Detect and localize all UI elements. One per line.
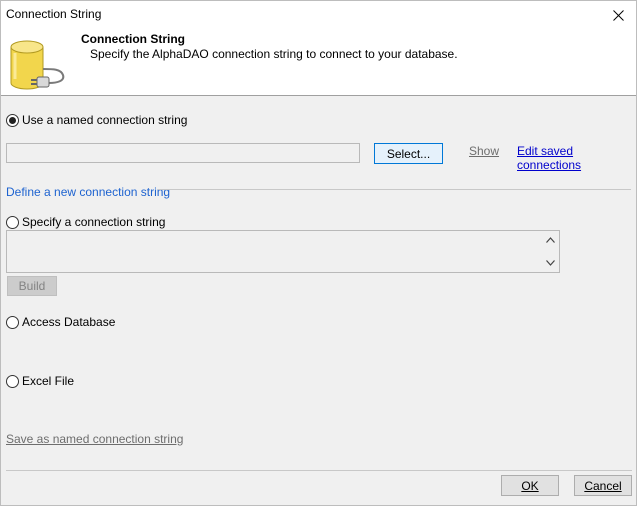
cancel-button[interactable]: Cancel [574, 475, 632, 496]
access-database-label: Access Database [22, 315, 116, 329]
save-as-named-link[interactable]: Save as named connection string [6, 432, 183, 446]
ok-button-label: OK [521, 478, 539, 493]
dialog-header: Connection String Specify the AlphaDAO c… [1, 30, 636, 96]
radio-circle [6, 215, 19, 229]
named-connection-radio[interactable]: Use a named connection string [6, 113, 187, 127]
footer-divider [6, 470, 632, 471]
edit-saved-connections-link[interactable]: Edit saved connections [517, 144, 636, 172]
database-plug-icon [10, 40, 65, 90]
excel-file-radio[interactable]: Excel File [6, 374, 74, 388]
ok-button[interactable]: OK [501, 475, 559, 496]
cancel-button-label: Cancel [584, 478, 622, 493]
scroll-down-arrow[interactable] [544, 257, 556, 269]
title-bar: Connection String [1, 1, 636, 30]
specify-connection-label: Specify a connection string [22, 215, 166, 229]
specify-connection-radio[interactable]: Specify a connection string [6, 215, 165, 229]
select-button[interactable]: Select... [374, 143, 443, 164]
access-database-radio[interactable]: Access Database [6, 315, 115, 329]
show-link[interactable]: Show [469, 144, 499, 158]
radio-circle [6, 315, 19, 329]
named-connection-label: Use a named connection string [22, 113, 188, 127]
close-icon [612, 10, 624, 21]
chevron-down-icon [545, 260, 555, 266]
radio-selected-dot [9, 116, 16, 124]
window-title: Connection String [6, 7, 102, 21]
header-title: Connection String [81, 32, 185, 46]
connection-string-dialog: Connection String Connection String Spec… [0, 0, 637, 506]
excel-file-label: Excel File [22, 374, 75, 388]
header-subtitle: Specify the AlphaDAO connection string t… [90, 47, 458, 61]
chevron-up-icon [545, 237, 555, 243]
radio-circle [6, 113, 19, 127]
section-divider [158, 189, 631, 190]
named-connection-input[interactable] [6, 143, 360, 163]
close-button[interactable] [600, 1, 636, 30]
radio-circle [6, 374, 19, 388]
scroll-up-arrow[interactable] [544, 234, 556, 246]
build-button[interactable]: Build [7, 276, 57, 296]
define-section-label: Define a new connection string [6, 185, 171, 199]
connection-string-textarea[interactable] [6, 230, 560, 273]
